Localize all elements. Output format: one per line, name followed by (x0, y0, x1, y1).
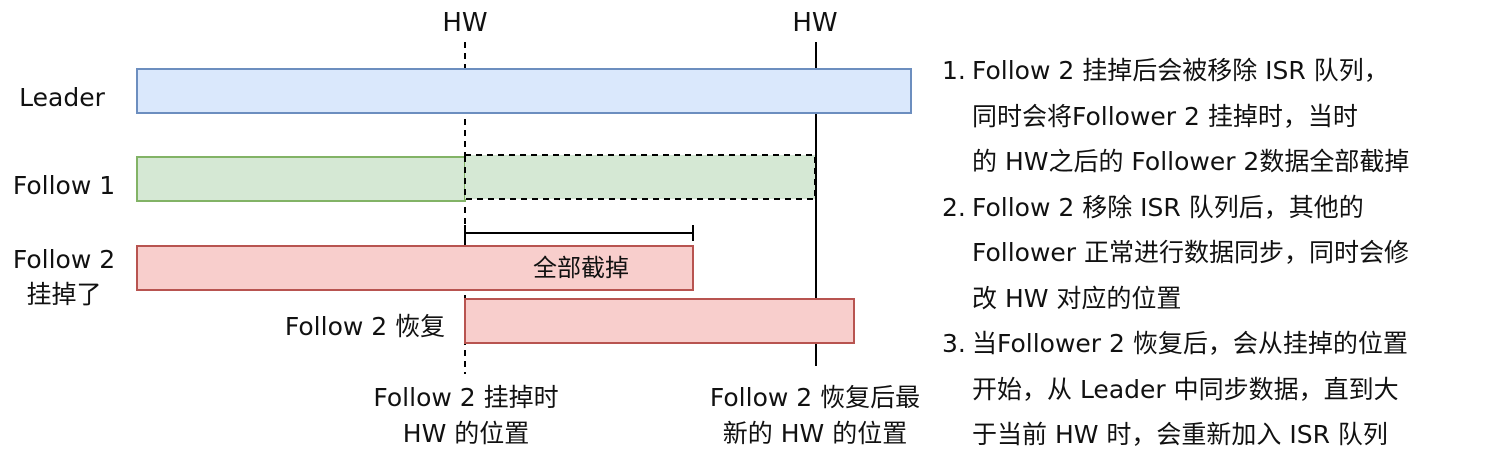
note-item: 1. Follow 2 挂掉后会被移除 ISR 队列， 同时会将Follower… (942, 48, 1490, 185)
note-line: Follow 2 移除 ISR 队列后，其他的 (972, 192, 1364, 222)
follow2-recovered-log-bar (464, 298, 855, 344)
old-hw-position-label-line1: Follow 2 挂掉时 (373, 383, 558, 412)
new-hw-position-label-line1: Follow 2 恢复后最 (710, 383, 920, 412)
leader-log-bar (136, 68, 912, 114)
note-line: Follower 正常进行数据同步，同时会修 (972, 238, 1410, 267)
note-text: Follow 2 挂掉后会被移除 ISR 队列， 同时会将Follower 2 … (972, 48, 1490, 185)
follow2-recover-label: Follow 2 恢复 (285, 312, 445, 341)
note-number: 1. (942, 56, 966, 85)
note-line: 的 HW之后的 Follower 2数据全部截掉 (972, 147, 1410, 176)
hw-label-old: HW (442, 8, 487, 38)
note-text: 当Follower 2 恢复后，会从挂掉的位置 开始，从 Leader 中同步数… (972, 321, 1490, 458)
follow2-down-label-line2: 挂掉了 (26, 280, 101, 309)
note-item: 2. Follow 2 移除 ISR 队列后，其他的 Follower 正常进行… (942, 185, 1490, 322)
note-line: 改 HW 对应的位置 (972, 283, 1182, 313)
note-text: Follow 2 移除 ISR 队列后，其他的 Follower 正常进行数据同… (972, 185, 1490, 322)
follow1-label: Follow 1 (13, 171, 115, 200)
follow1-synced-extension (464, 154, 816, 200)
new-hw-position-label-line2: 新的 HW 的位置 (723, 419, 907, 448)
old-hw-position-label-line2: HW 的位置 (403, 419, 529, 448)
note-line: Follow 2 挂掉后会被移除 ISR 队列， (972, 56, 1389, 85)
note-line: 同时会将Follower 2 挂掉时，当时 (972, 101, 1358, 131)
hw-label-new: HW (792, 8, 837, 38)
note-line: 开始，从 Leader 中同步数据，直到大 (972, 374, 1399, 404)
note-number: 2. (942, 192, 966, 222)
follow2-down-label-line1: Follow 2 (13, 245, 115, 274)
follow1-log-bar (136, 156, 466, 202)
note-line: 当Follower 2 恢复后，会从挂掉的位置 (972, 329, 1408, 358)
note-line: 于当前 HW 时，会重新加入 ISR 队列 (972, 420, 1388, 449)
explanation-notes: 1. Follow 2 挂掉后会被移除 ISR 队列， 同时会将Follower… (942, 48, 1490, 458)
truncate-label: 全部截掉 (533, 254, 629, 282)
replication-diagram: HW HW Leader Follow 1 Follow 2 挂掉了 全部截掉 … (13, 8, 920, 448)
note-item: 3. 当Follower 2 恢复后，会从挂掉的位置 开始，从 Leader 中… (942, 321, 1490, 458)
leader-label: Leader (19, 83, 105, 112)
note-number: 3. (942, 329, 966, 358)
